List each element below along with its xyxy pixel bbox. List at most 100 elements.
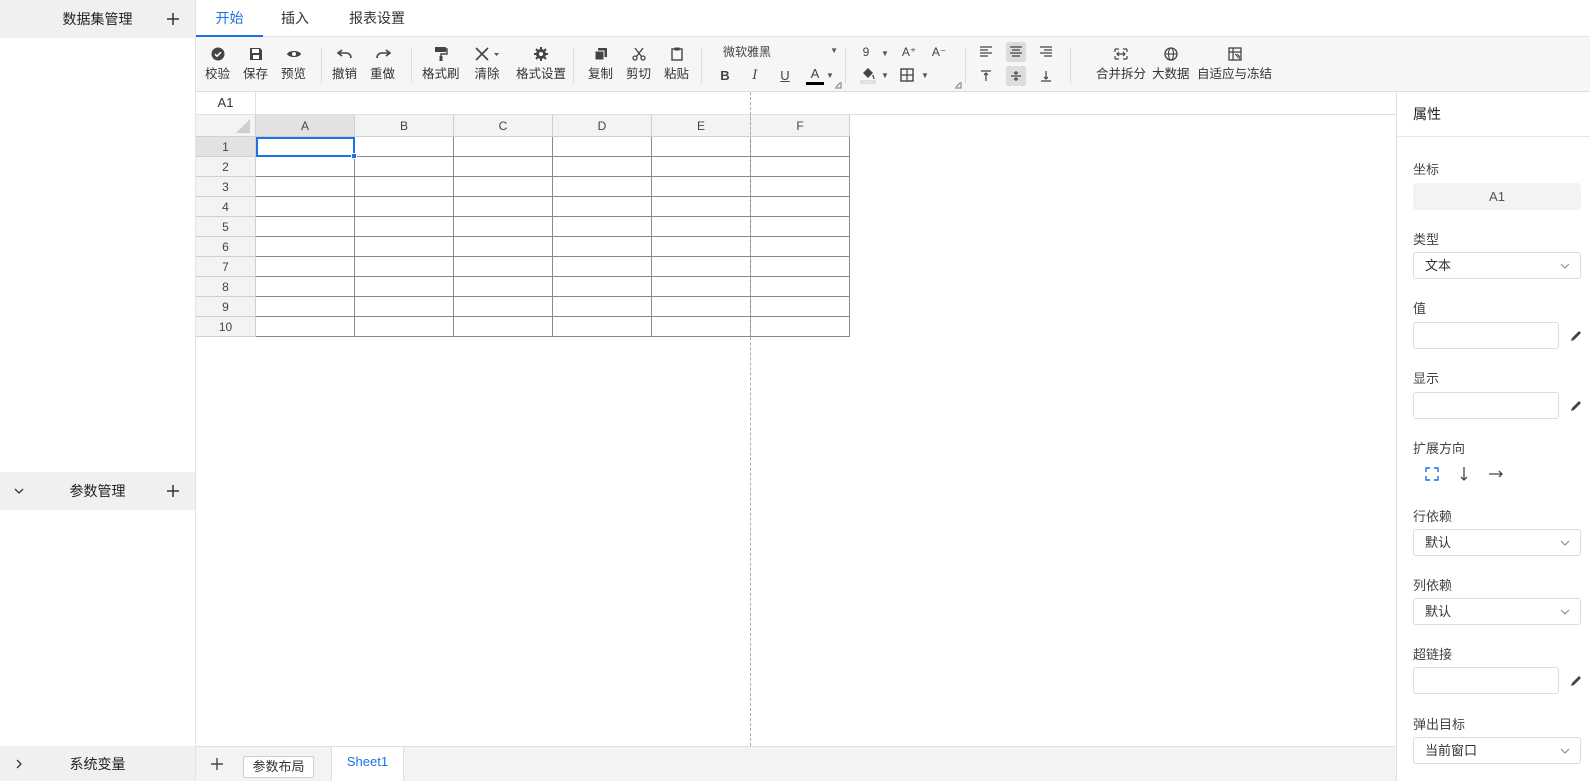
- underline-button[interactable]: U: [776, 65, 794, 85]
- cell-f7[interactable]: [751, 257, 850, 277]
- italic-button[interactable]: I: [746, 65, 764, 85]
- chevron-down-icon[interactable]: ▼: [881, 48, 889, 58]
- fill-color-button[interactable]: [860, 65, 876, 85]
- cell-c10[interactable]: [454, 317, 553, 337]
- format-painter-button[interactable]: 格式刷: [422, 43, 460, 87]
- add-param-icon[interactable]: [165, 483, 181, 499]
- cell-d6[interactable]: [553, 237, 652, 257]
- tab-report-settings[interactable]: 报表设置: [334, 0, 420, 37]
- shrink-font-button[interactable]: A⁻: [930, 44, 948, 60]
- cell-c8[interactable]: [454, 277, 553, 297]
- cell-f5[interactable]: [751, 217, 850, 237]
- cell-b7[interactable]: [355, 257, 454, 277]
- cell-e5[interactable]: [652, 217, 751, 237]
- system-variables-header[interactable]: 系统变量: [0, 746, 195, 781]
- auto-fit-freeze-button[interactable]: 自适应与冻结: [1197, 43, 1272, 87]
- cell-b1[interactable]: [355, 137, 454, 157]
- align-bottom-icon[interactable]: [1036, 66, 1056, 86]
- cell-f1[interactable]: [751, 137, 850, 157]
- cell-b10[interactable]: [355, 317, 454, 337]
- column-header-b[interactable]: B: [355, 115, 454, 137]
- param-layout-button[interactable]: 参数布局: [243, 756, 314, 778]
- cell-a8[interactable]: [256, 277, 355, 297]
- align-right-icon[interactable]: [1036, 42, 1056, 62]
- cell-a7[interactable]: [256, 257, 355, 277]
- tab-start[interactable]: 开始: [196, 0, 263, 37]
- cell-e6[interactable]: [652, 237, 751, 257]
- cell-e7[interactable]: [652, 257, 751, 277]
- align-center-icon[interactable]: [1006, 42, 1026, 62]
- param-management-header[interactable]: 参数管理: [0, 472, 195, 510]
- row-header-2[interactable]: 2: [196, 157, 256, 177]
- check-button[interactable]: 校验: [205, 43, 230, 87]
- cell-e10[interactable]: [652, 317, 751, 337]
- grow-font-button[interactable]: A⁺: [900, 44, 918, 60]
- cell-e8[interactable]: [652, 277, 751, 297]
- type-select[interactable]: 文本: [1413, 252, 1581, 279]
- popup-target-select[interactable]: 当前窗口: [1413, 737, 1581, 764]
- cell-d8[interactable]: [553, 277, 652, 297]
- fill-color-dropdown-icon[interactable]: ▼: [881, 70, 889, 80]
- cell-a3[interactable]: [256, 177, 355, 197]
- row-header-1[interactable]: 1: [196, 137, 256, 157]
- expand-down-icon[interactable]: [1456, 466, 1472, 482]
- cell-c9[interactable]: [454, 297, 553, 317]
- format-settings-button[interactable]: 格式设置: [516, 43, 566, 87]
- align-top-icon[interactable]: [976, 66, 996, 86]
- cell-c6[interactable]: [454, 237, 553, 257]
- row-dependency-select[interactable]: 默认: [1413, 529, 1581, 556]
- cell-d10[interactable]: [553, 317, 652, 337]
- row-header-10[interactable]: 10: [196, 317, 256, 337]
- cell-d5[interactable]: [553, 217, 652, 237]
- cell-f6[interactable]: [751, 237, 850, 257]
- select-all-corner[interactable]: [196, 115, 256, 137]
- spreadsheet-grid[interactable]: ABCDEF 1 2 3 4 5 6 7 8 9 10: [196, 92, 1396, 746]
- column-header-a[interactable]: A: [256, 115, 355, 137]
- merge-split-button[interactable]: 合并拆分: [1096, 43, 1146, 87]
- cell-a6[interactable]: [256, 237, 355, 257]
- cell-f2[interactable]: [751, 157, 850, 177]
- cell-d1[interactable]: [553, 137, 652, 157]
- row-header-9[interactable]: 9: [196, 297, 256, 317]
- cell-c4[interactable]: [454, 197, 553, 217]
- font-family-select[interactable]: 微软雅黑 ▼: [723, 43, 838, 63]
- column-header-f[interactable]: F: [751, 115, 850, 137]
- row-header-4[interactable]: 4: [196, 197, 256, 217]
- cell-f8[interactable]: [751, 277, 850, 297]
- fill-handle[interactable]: [351, 153, 357, 159]
- cell-c1[interactable]: [454, 137, 553, 157]
- add-sheet-icon[interactable]: [208, 755, 226, 773]
- undo-button[interactable]: 撤销: [332, 43, 357, 87]
- cell-a5[interactable]: [256, 217, 355, 237]
- cell-a4[interactable]: [256, 197, 355, 217]
- cell-b9[interactable]: [355, 297, 454, 317]
- big-data-button[interactable]: 大数据: [1152, 43, 1190, 87]
- cell-e9[interactable]: [652, 297, 751, 317]
- copy-button[interactable]: 复制: [588, 43, 613, 87]
- column-header-c[interactable]: C: [454, 115, 553, 137]
- row-header-5[interactable]: 5: [196, 217, 256, 237]
- border-dropdown-icon[interactable]: ▼: [921, 70, 929, 80]
- add-dataset-icon[interactable]: [165, 11, 181, 27]
- cell-b8[interactable]: [355, 277, 454, 297]
- cell-c5[interactable]: [454, 217, 553, 237]
- expand-right-icon[interactable]: [1488, 466, 1504, 482]
- cell-b6[interactable]: [355, 237, 454, 257]
- column-dependency-select[interactable]: 默认: [1413, 598, 1581, 625]
- cell-e3[interactable]: [652, 177, 751, 197]
- value-input[interactable]: [1413, 322, 1559, 349]
- cell-e4[interactable]: [652, 197, 751, 217]
- cell-b2[interactable]: [355, 157, 454, 177]
- column-header-e[interactable]: E: [652, 115, 751, 137]
- bold-button[interactable]: B: [716, 65, 734, 85]
- cell-d3[interactable]: [553, 177, 652, 197]
- cell-e2[interactable]: [652, 157, 751, 177]
- cell-e1[interactable]: [652, 137, 751, 157]
- cell-c7[interactable]: [454, 257, 553, 277]
- border-button[interactable]: [898, 65, 916, 85]
- cell-d4[interactable]: [553, 197, 652, 217]
- align-left-icon[interactable]: [976, 42, 996, 62]
- dataset-management-header[interactable]: 数据集管理: [0, 0, 195, 38]
- cell-d2[interactable]: [553, 157, 652, 177]
- row-header-8[interactable]: 8: [196, 277, 256, 297]
